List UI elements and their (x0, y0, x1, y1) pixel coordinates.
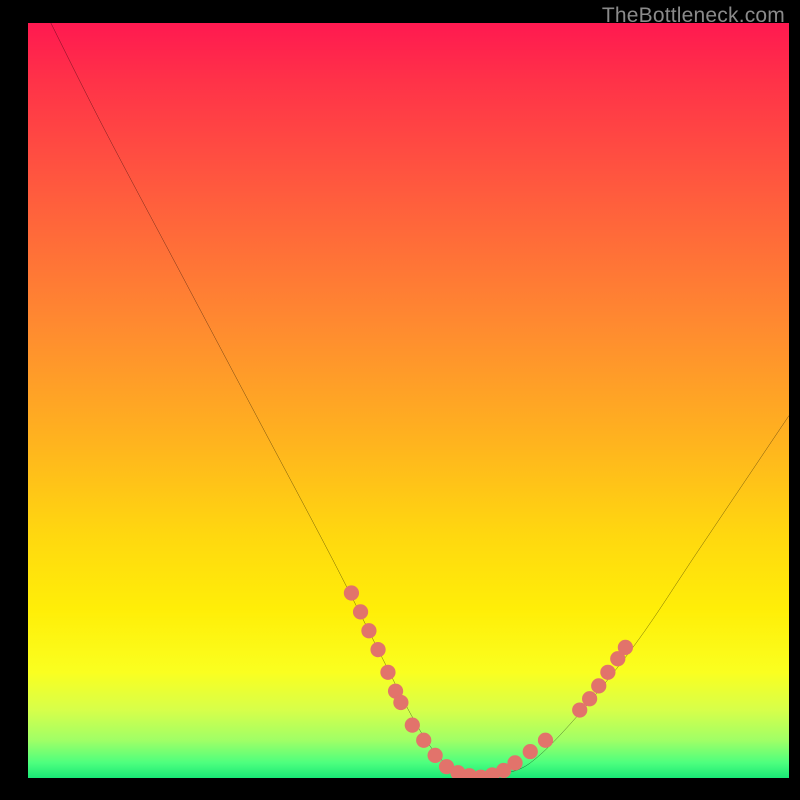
highlight-dot (361, 623, 376, 638)
highlight-dot (428, 748, 443, 763)
highlight-dot (618, 640, 633, 655)
plot-area (28, 23, 789, 778)
highlight-dot (507, 755, 522, 770)
highlight-dots (28, 23, 789, 778)
highlight-dot (416, 733, 431, 748)
highlight-dot (393, 695, 408, 710)
highlight-dot (380, 665, 395, 680)
highlight-dot (344, 585, 359, 600)
highlight-dot (538, 733, 553, 748)
highlight-dot (370, 642, 385, 657)
highlight-dot (582, 691, 597, 706)
highlight-dot (523, 744, 538, 759)
chart-frame: TheBottleneck.com (28, 8, 789, 778)
highlight-dot (353, 604, 368, 619)
highlight-dot (600, 665, 615, 680)
highlight-dot (591, 678, 606, 693)
highlight-dot (405, 718, 420, 733)
